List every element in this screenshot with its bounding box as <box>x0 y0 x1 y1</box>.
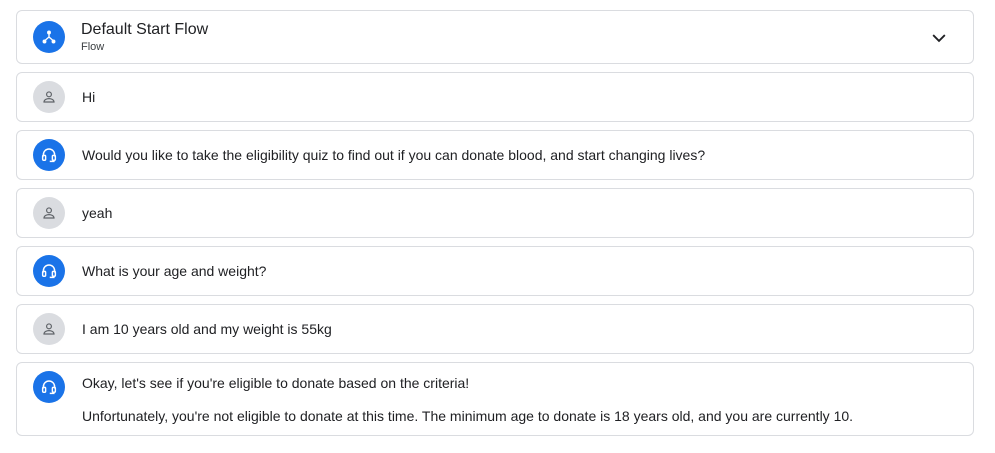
message-text: Hi <box>82 89 96 105</box>
message-text: What is your age and weight? <box>82 263 267 279</box>
flow-header-card[interactable]: Default Start Flow Flow <box>16 10 974 64</box>
message-text: Would you like to take the eligibility q… <box>82 147 706 163</box>
agent-message-card: Would you like to take the eligibility q… <box>16 130 974 180</box>
conversation-panel: Default Start Flow Flow Hi Would you lik… <box>0 0 995 453</box>
user-message-card: Hi <box>16 72 974 122</box>
person-icon <box>33 197 65 229</box>
person-icon <box>33 313 65 345</box>
chevron-down-icon[interactable] <box>927 26 951 50</box>
flow-subtitle: Flow <box>81 41 105 53</box>
agent-message-card: Okay, let's see if you're eligible to do… <box>16 362 974 436</box>
person-icon <box>33 81 65 113</box>
agent-message-card: What is your age and weight? <box>16 246 974 296</box>
message-text: I am 10 years old and my weight is 55kg <box>82 321 332 337</box>
message-text: Okay, let's see if you're eligible to do… <box>82 375 470 391</box>
flow-icon <box>33 21 65 53</box>
headset-icon <box>33 371 65 403</box>
headset-icon <box>33 139 65 171</box>
headset-icon <box>33 255 65 287</box>
flow-title: Default Start Flow <box>81 21 209 38</box>
user-message-card: yeah <box>16 188 974 238</box>
message-text: yeah <box>82 205 113 221</box>
user-message-card: I am 10 years old and my weight is 55kg <box>16 304 974 354</box>
message-text-secondary: Unfortunately, you're not eligible to do… <box>82 408 854 424</box>
